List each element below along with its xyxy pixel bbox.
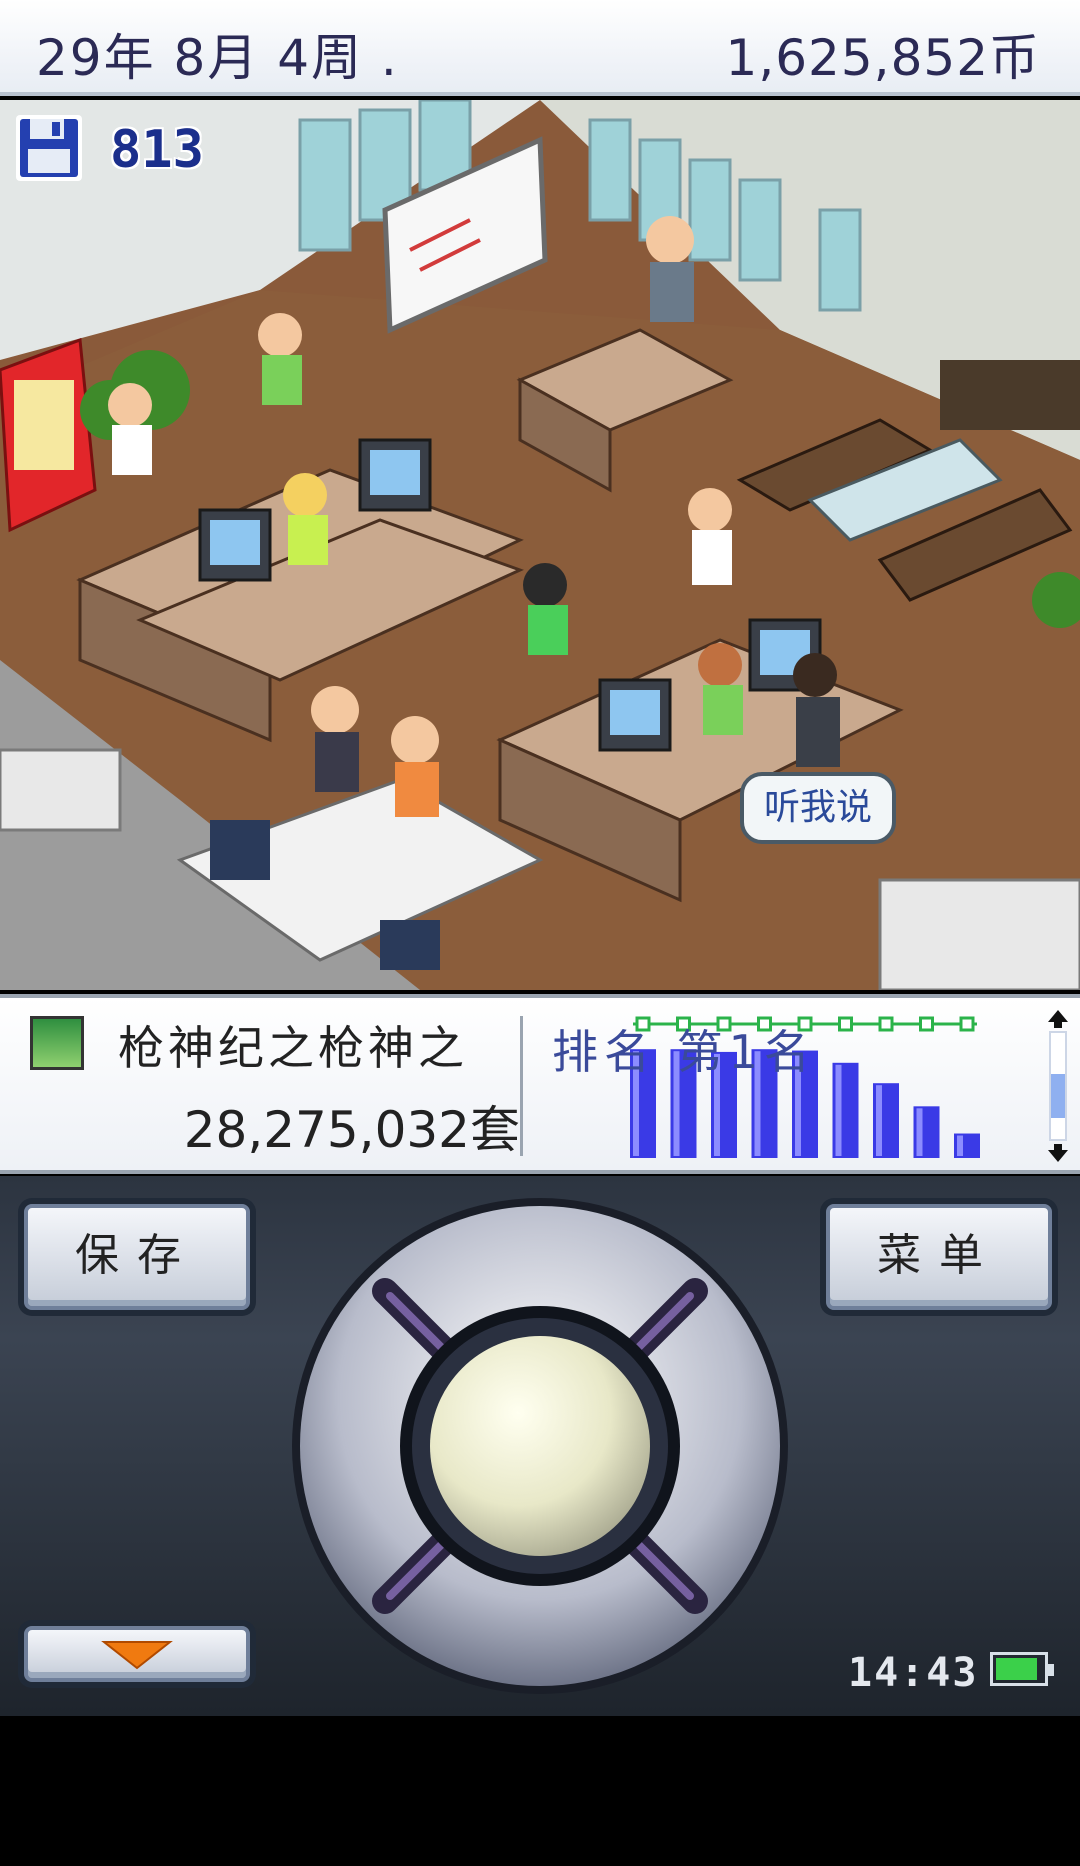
panel-scrollbar[interactable]: [1042, 1004, 1074, 1168]
controller-panel: 保存 菜单 14:43: [0, 1176, 1080, 1716]
down-arrow-icon: [101, 1641, 173, 1670]
expand-down-button[interactable]: [24, 1626, 250, 1682]
menu-button[interactable]: 菜单: [826, 1204, 1052, 1310]
speech-bubble: 听我说: [740, 772, 896, 844]
save-count: 813: [110, 120, 204, 180]
office-illustration: [0, 100, 1080, 990]
scroll-thumb: [1051, 1074, 1065, 1118]
office-scene[interactable]: 听我说: [0, 100, 1080, 990]
battery-level: [996, 1658, 1038, 1680]
directional-pad[interactable]: [290, 1196, 790, 1696]
chart-marker: [919, 1016, 934, 1032]
chart-bar-highlight: [876, 1085, 882, 1156]
chart-bar-highlight: [835, 1064, 842, 1156]
chart-marker: [959, 1016, 975, 1032]
battery-icon: [990, 1652, 1054, 1686]
money-counter: 1,625,852币: [725, 29, 1040, 87]
save-button[interactable]: 保存: [24, 1204, 250, 1310]
chart-bar-highlight: [957, 1135, 963, 1156]
top-status-bar: 29年 8月 4周 . 1,625,852币: [0, 0, 1080, 96]
bottom-letterbox: [0, 1716, 1080, 1866]
panel-divider: [520, 1016, 523, 1156]
scroll-up-arrow-icon: [1048, 1010, 1068, 1022]
scroll-down-arrow-icon: [1048, 1150, 1068, 1162]
dpad-center-button: [430, 1336, 650, 1556]
game-info-panel[interactable]: 枪神纪之枪神之 28,275,032套 排名 第1名: [0, 994, 1080, 1174]
game-title: 枪神纪之枪神之: [118, 1021, 468, 1075]
game-date: 29年 8月 4周 .: [36, 29, 399, 87]
sales-count: 28,275,032套: [183, 1101, 520, 1159]
game-cover-icon: [30, 1016, 84, 1070]
chart-bar-highlight: [916, 1108, 923, 1156]
rank-label: 排名 第1名: [552, 1025, 816, 1079]
clock: 14:43: [848, 1650, 979, 1696]
chart-marker: [838, 1016, 853, 1032]
battery-tip: [1048, 1664, 1054, 1676]
floppy-disk-icon: [16, 115, 82, 181]
chart-marker: [878, 1016, 894, 1032]
